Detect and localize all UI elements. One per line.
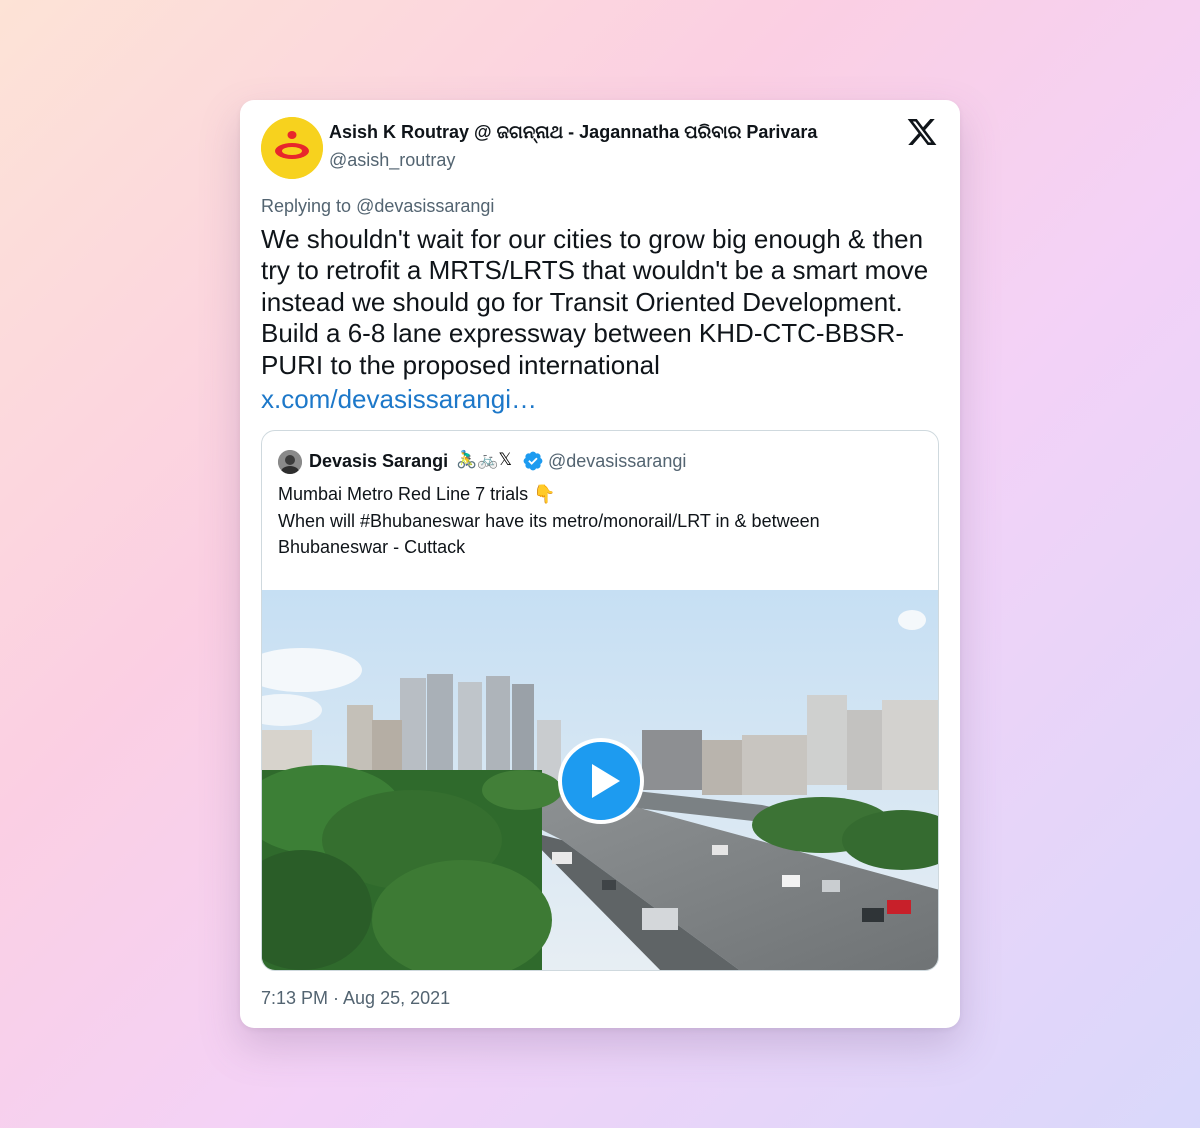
quoted-author-emoji: 🚴‍♂️🚲𝕏: [456, 450, 513, 469]
video-thumbnail[interactable]: [262, 590, 938, 970]
author-avatar[interactable]: [261, 117, 323, 179]
tweet-timestamp[interactable]: 7:13 PM · Aug 25, 2021: [261, 988, 450, 1009]
x-logo-icon[interactable]: [906, 116, 938, 148]
play-icon: [592, 764, 620, 798]
play-button[interactable]: [558, 738, 644, 824]
replying-to-handle[interactable]: @devasissarangi: [356, 196, 494, 216]
author-handle[interactable]: @asish_routray: [329, 150, 455, 171]
quoted-author-avatar: [278, 450, 302, 474]
verified-badge-icon: [523, 451, 543, 471]
replying-prefix: Replying to: [261, 196, 357, 216]
quoted-author-handle: @devasissarangi: [548, 451, 687, 471]
quoted-tweet-text: Mumbai Metro Red Line 7 trials 👇 When wi…: [278, 484, 820, 557]
tweet-card: Asish K Routray @ ଜଗନ୍ନାଥ - Jagannatha ପ…: [240, 100, 960, 1028]
tweet-link[interactable]: x.com/devasissarangi…: [261, 384, 537, 415]
quoted-tweet[interactable]: Devasis Sarangi 🚴‍♂️🚲𝕏 @devasissarangi M…: [261, 430, 939, 971]
tweet-text: We shouldn't wait for our cities to grow…: [261, 224, 929, 380]
replying-to-line: Replying to @devasissarangi: [261, 196, 494, 217]
quoted-author-name: Devasis Sarangi: [309, 451, 449, 471]
author-name[interactable]: Asish K Routray @ ଜଗନ୍ନାଥ - Jagannatha ପ…: [329, 122, 817, 143]
